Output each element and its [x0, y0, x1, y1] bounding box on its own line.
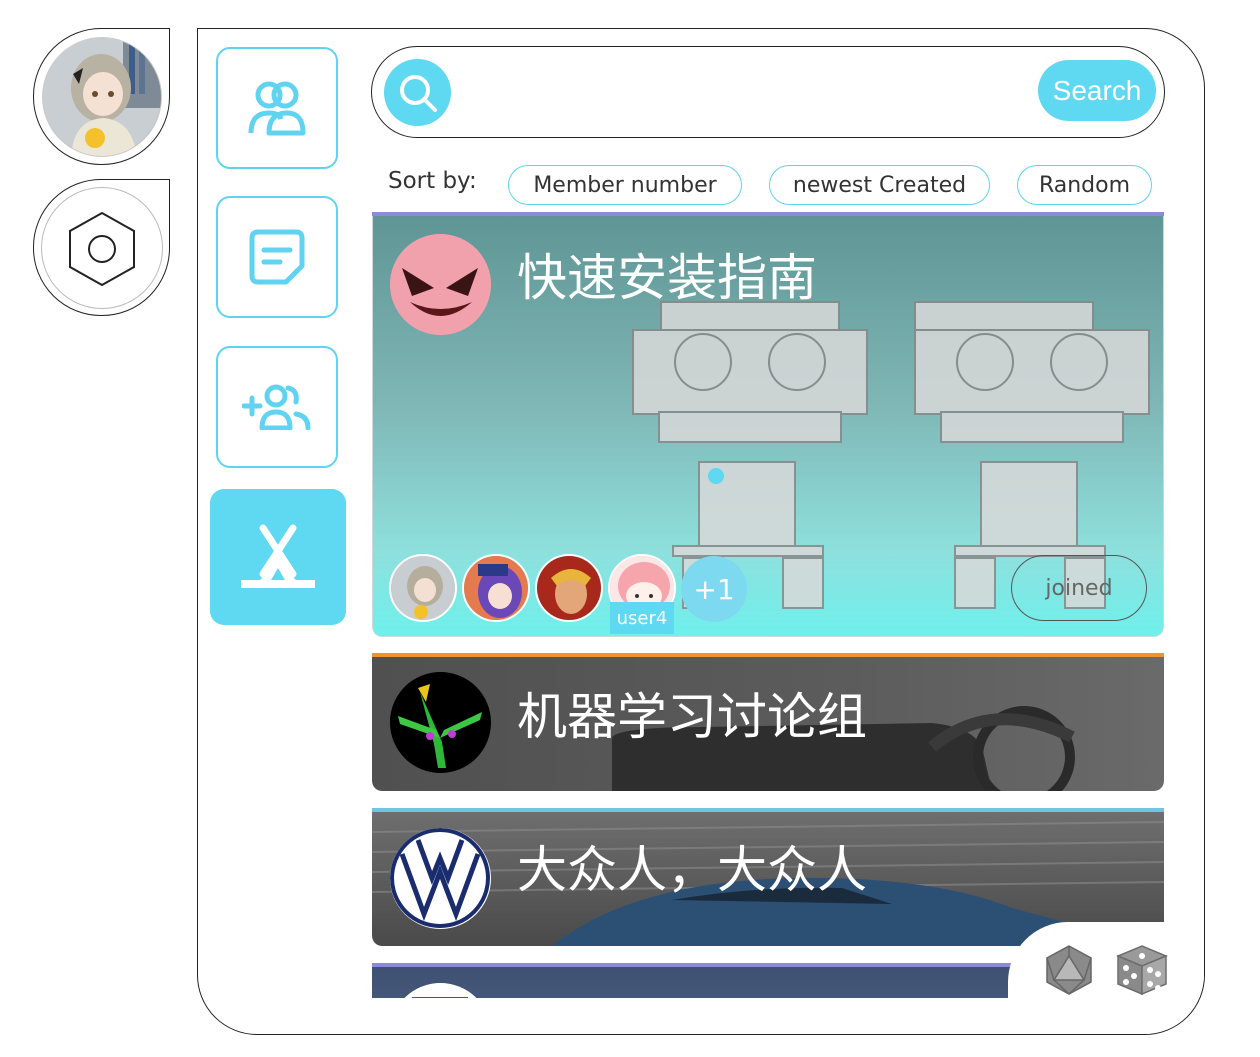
search-icon-button[interactable] — [384, 59, 451, 126]
d20-icon[interactable] — [1044, 944, 1094, 996]
member-name-tooltip: user4 — [610, 602, 674, 634]
sort-member-number[interactable]: Member number — [508, 165, 742, 205]
sort-newest-created[interactable]: newest Created — [769, 165, 990, 205]
settings-tab[interactable] — [33, 179, 170, 316]
posts-icon — [249, 229, 305, 285]
group-avatar — [390, 234, 491, 335]
nav-groups-button[interactable] — [210, 489, 346, 625]
friends-icon — [248, 81, 306, 136]
dice-tray — [1008, 922, 1204, 1034]
group-title: 大众人，大众人 — [517, 841, 867, 899]
search-bar: Search — [371, 46, 1165, 138]
sort-label: Sort by: — [388, 168, 477, 194]
camp-icon — [241, 524, 315, 588]
nav-add-group-button[interactable] — [216, 346, 338, 468]
add-group-icon — [242, 384, 311, 430]
more-members-badge[interactable]: +1 — [681, 556, 747, 622]
group-title: 机器学习讨论组 — [517, 688, 867, 746]
group-card[interactable]: 快速安装指南 +1 user4 joined — [372, 212, 1164, 637]
sort-random[interactable]: Random — [1017, 165, 1152, 205]
settings-hex-icon — [68, 211, 135, 286]
member-avatar[interactable] — [389, 554, 457, 622]
group-title: 快速安装指南 — [517, 249, 817, 307]
group-avatar — [390, 828, 491, 929]
search-input[interactable] — [467, 67, 1027, 117]
member-avatar[interactable] — [462, 554, 530, 622]
nav-posts-button[interactable] — [216, 196, 338, 318]
search-icon — [399, 74, 437, 112]
nav-friends-button[interactable] — [216, 47, 338, 169]
main-panel: Search Sort by: Member number newest Cre… — [197, 28, 1205, 1035]
search-button[interactable]: Search — [1038, 60, 1156, 121]
group-list: 快速安装指南 +1 user4 joined 机器学习讨论组 大众人，大众人 — [372, 212, 1164, 998]
user-avatar[interactable] — [41, 36, 162, 157]
profile-tab[interactable] — [33, 28, 170, 165]
group-card[interactable]: 机器学习讨论组 — [372, 653, 1164, 791]
member-avatar[interactable] — [535, 554, 603, 622]
settings-ring — [40, 186, 163, 309]
dice-icon[interactable] — [1116, 944, 1168, 996]
group-avatar — [390, 672, 491, 773]
joined-button[interactable]: joined — [1011, 555, 1147, 621]
